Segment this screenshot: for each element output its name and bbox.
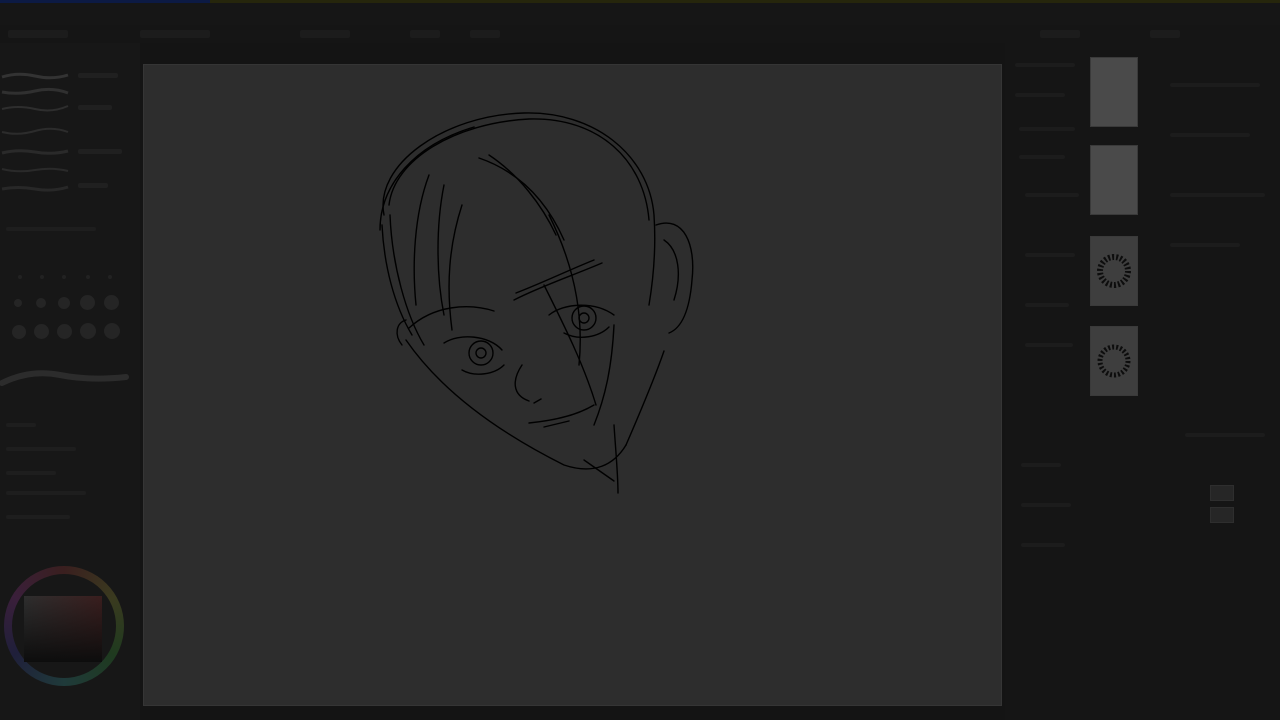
title-bar <box>0 3 1280 25</box>
panel-label <box>1019 127 1075 131</box>
brush-size-dot[interactable] <box>86 275 90 279</box>
paper-texture-thumbnail[interactable] <box>1090 145 1138 215</box>
toolbar-item[interactable] <box>470 30 500 38</box>
brush-size-dot[interactable] <box>80 295 95 310</box>
panel-label <box>1015 93 1065 97</box>
spiky-circle-icon <box>1097 254 1131 288</box>
brush-stroke-preview[interactable] <box>0 147 70 157</box>
brush-size-dot[interactable] <box>80 323 96 339</box>
panel-label <box>6 447 76 451</box>
brush-size-dot[interactable] <box>104 295 119 310</box>
brush-name <box>78 149 122 154</box>
brush-name <box>78 105 112 110</box>
brush-stroke-preview[interactable] <box>0 87 70 97</box>
texture-panel <box>1005 43 1280 720</box>
color-wheel[interactable] <box>4 566 124 686</box>
panel-label <box>1015 63 1075 67</box>
paper-texture-thumbnail[interactable] <box>1090 57 1138 127</box>
spiky-brush-tip-thumbnail[interactable] <box>1090 326 1138 396</box>
brush-stroke-preview[interactable] <box>0 103 70 113</box>
toolbar-item[interactable] <box>410 30 440 38</box>
panel-label <box>1021 543 1065 547</box>
panel-label <box>1025 303 1069 307</box>
brush-stroke-preview[interactable] <box>0 127 70 137</box>
panel-label <box>1170 243 1240 247</box>
toolbar <box>0 25 1280 43</box>
brush-size-dot[interactable] <box>57 324 72 339</box>
panel-label <box>1170 133 1250 137</box>
toolbar-item[interactable] <box>300 30 350 38</box>
spiky-brush-tip-thumbnail[interactable] <box>1090 236 1138 306</box>
panel-label <box>6 515 70 519</box>
toolbar-item[interactable] <box>140 30 210 38</box>
panel-label <box>1019 155 1065 159</box>
brush-name <box>78 183 108 188</box>
head-sketch <box>379 112 694 494</box>
spiky-circle-icon <box>1097 344 1131 378</box>
panel-label <box>1025 193 1079 197</box>
panel-label <box>1025 253 1075 257</box>
brush-size-dot[interactable] <box>34 324 49 339</box>
brush-size-dot[interactable] <box>36 298 46 308</box>
toolbar-item[interactable] <box>1150 30 1180 38</box>
toolbar-item[interactable] <box>1040 30 1080 38</box>
brush-size-dot[interactable] <box>18 275 22 279</box>
panel-label <box>6 471 56 475</box>
panel-label <box>1185 433 1265 437</box>
brush-size-dot[interactable] <box>58 297 70 309</box>
panel-label <box>1025 343 1073 347</box>
brush-stroke-preview[interactable] <box>0 165 70 175</box>
panel-button[interactable] <box>1210 485 1234 501</box>
panel-label <box>1170 193 1265 197</box>
color-picker-square[interactable] <box>24 596 102 662</box>
current-brush-stroke[interactable] <box>0 365 130 389</box>
brush-size-dot[interactable] <box>12 325 26 339</box>
brush-size-dot[interactable] <box>104 323 120 339</box>
panel-label <box>1170 83 1260 87</box>
brush-panel <box>0 43 140 720</box>
brush-size-dot[interactable] <box>14 299 22 307</box>
panel-label <box>1021 463 1061 467</box>
panel-button[interactable] <box>1210 507 1234 523</box>
brush-stroke-preview[interactable] <box>0 71 70 81</box>
brush-stroke-preview[interactable] <box>0 183 70 193</box>
panel-label <box>6 423 36 427</box>
brush-size-dot[interactable] <box>40 275 44 279</box>
brush-size-dot[interactable] <box>62 275 66 279</box>
brush-size-dot[interactable] <box>108 275 112 279</box>
toolbar-item[interactable] <box>8 30 68 38</box>
panel-label <box>1021 503 1071 507</box>
panel-label <box>6 491 86 495</box>
brush-name <box>78 73 118 78</box>
panel-label <box>6 227 96 231</box>
drawing-canvas[interactable] <box>143 64 1002 706</box>
